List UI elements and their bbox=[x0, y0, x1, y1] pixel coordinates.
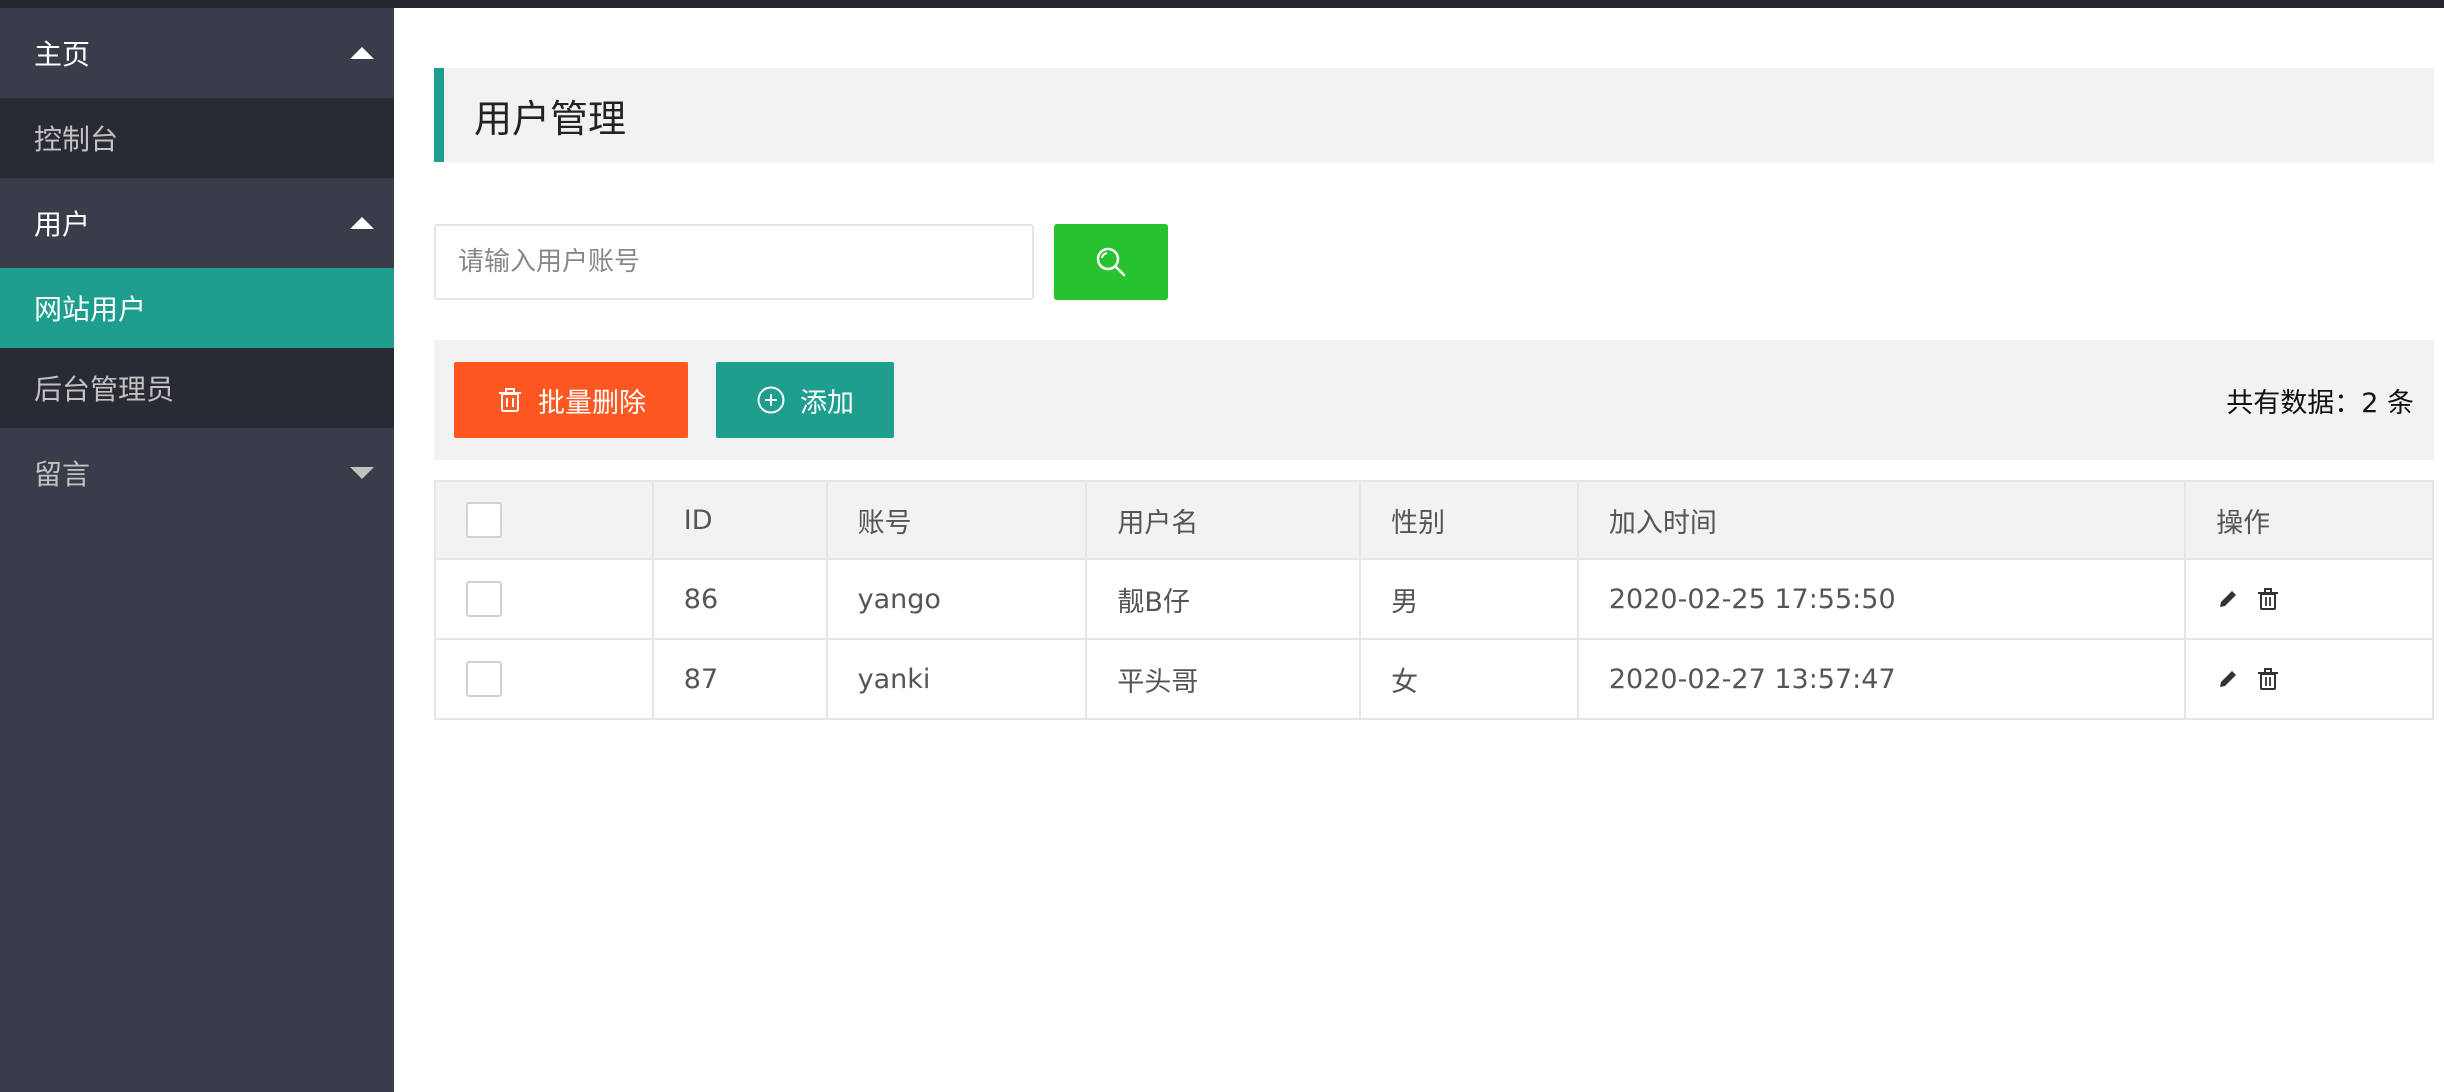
table-row: 86 yango 靓B仔 男 2020-02-25 17:55:50 bbox=[434, 558, 2434, 640]
sidebar-item-admins[interactable]: 后台管理员 bbox=[0, 348, 394, 428]
caret-up-icon bbox=[350, 217, 374, 229]
column-header: 操作 bbox=[2184, 480, 2434, 560]
add-label: 添加 bbox=[800, 387, 854, 419]
top-bar bbox=[0, 0, 2444, 8]
page-title: 用户管理 bbox=[474, 96, 627, 141]
sidebar-item-label: 控制台 bbox=[34, 123, 119, 156]
cell-actions bbox=[2184, 558, 2434, 640]
page-title-bar: 用户管理 bbox=[434, 68, 2434, 162]
table-header-row: ID 账号 用户名 性别 加入时间 操作 bbox=[434, 480, 2434, 560]
cell-account: yanki bbox=[825, 638, 1088, 720]
plus-circle-icon bbox=[757, 386, 785, 414]
cell-joined: 2020-02-25 17:55:50 bbox=[1576, 558, 2187, 640]
nav-group-label: 用户 bbox=[34, 208, 91, 241]
cell-actions bbox=[2184, 638, 2434, 720]
column-header: ID bbox=[651, 480, 828, 560]
cell-joined: 2020-02-27 13:57:47 bbox=[1576, 638, 2187, 720]
cell-gender: 男 bbox=[1359, 558, 1579, 640]
sidebar: 主页 控制台 用户 网站用户 后台管理员 留言 bbox=[0, 8, 394, 1092]
row-checkbox[interactable] bbox=[466, 661, 502, 697]
cell-username: 平头哥 bbox=[1085, 638, 1362, 720]
delete-icon[interactable] bbox=[2256, 667, 2280, 691]
sidebar-item-console[interactable]: 控制台 bbox=[0, 98, 394, 178]
cell-account: yango bbox=[825, 558, 1088, 640]
batch-delete-button[interactable]: 批量删除 bbox=[454, 362, 688, 438]
nav-group-label: 留言 bbox=[34, 458, 91, 491]
cell-id: 86 bbox=[651, 558, 828, 640]
users-table: ID 账号 用户名 性别 加入时间 操作 86 yango 靓B仔 男 2020… bbox=[434, 480, 2434, 720]
header-select-cell bbox=[434, 480, 654, 560]
delete-icon[interactable] bbox=[2256, 587, 2280, 611]
search-button[interactable] bbox=[1054, 224, 1168, 300]
nav-group-messages[interactable]: 留言 bbox=[0, 428, 394, 518]
sidebar-item-site-users[interactable]: 网站用户 bbox=[0, 268, 394, 348]
column-header: 性别 bbox=[1359, 480, 1579, 560]
row-select-cell bbox=[434, 638, 654, 720]
total-count: 共有数据：2 条 bbox=[2226, 387, 2414, 419]
edit-icon[interactable] bbox=[2216, 587, 2240, 611]
select-all-checkbox[interactable] bbox=[466, 502, 502, 538]
column-header: 账号 bbox=[825, 480, 1088, 560]
cell-gender: 女 bbox=[1359, 638, 1579, 720]
caret-up-icon bbox=[350, 47, 374, 59]
table-row: 87 yanki 平头哥 女 2020-02-27 13:57:47 bbox=[434, 638, 2434, 720]
nav-group-label: 主页 bbox=[34, 38, 91, 71]
main-content: 用户管理 批量删除 bbox=[394, 8, 2444, 1092]
add-button[interactable]: 添加 bbox=[716, 362, 894, 438]
edit-icon[interactable] bbox=[2216, 667, 2240, 691]
row-checkbox[interactable] bbox=[466, 581, 502, 617]
nav-group-home[interactable]: 主页 bbox=[0, 8, 394, 98]
cell-id: 87 bbox=[651, 638, 828, 720]
nav-group-users[interactable]: 用户 bbox=[0, 178, 394, 268]
column-header: 加入时间 bbox=[1576, 480, 2187, 560]
search-row bbox=[434, 224, 1168, 300]
trash-icon bbox=[499, 388, 521, 412]
search-input[interactable] bbox=[434, 224, 1034, 300]
sidebar-item-label: 后台管理员 bbox=[34, 373, 175, 406]
search-icon bbox=[1096, 247, 1126, 277]
cell-username: 靓B仔 bbox=[1085, 558, 1362, 640]
row-select-cell bbox=[434, 558, 654, 640]
batch-delete-label: 批量删除 bbox=[538, 387, 646, 419]
toolbar: 批量删除 添加 共有数据：2 条 bbox=[434, 340, 2434, 460]
column-header: 用户名 bbox=[1085, 480, 1362, 560]
caret-down-icon bbox=[350, 467, 374, 479]
sidebar-item-label: 网站用户 bbox=[34, 293, 147, 326]
